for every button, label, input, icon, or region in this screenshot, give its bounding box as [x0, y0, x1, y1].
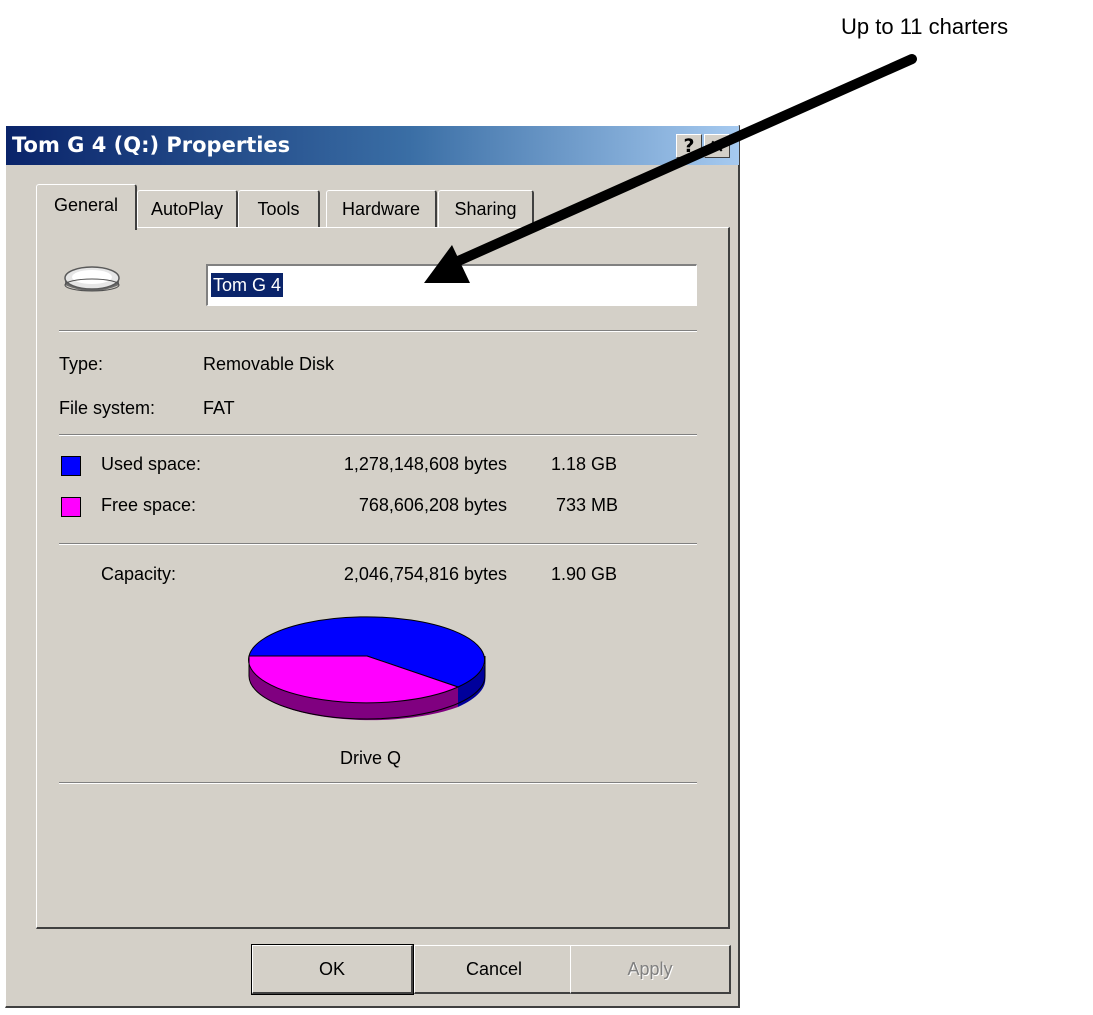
tab-sharing[interactable]: Sharing: [438, 190, 534, 228]
removable-drive-icon: [64, 266, 120, 292]
file-system-label: File system:: [59, 398, 156, 418]
used-space-label: Used space:: [101, 454, 202, 474]
ok-button[interactable]: OK: [251, 944, 414, 995]
pie-label: Drive Q: [340, 748, 402, 768]
used-space-swatch: [61, 456, 81, 476]
tab-autoplay[interactable]: AutoPlay: [137, 190, 238, 228]
help-button[interactable]: ?: [676, 134, 702, 158]
separator: [59, 434, 697, 436]
free-space-bytes: 768,606,208 bytes: [358, 495, 507, 515]
capacity-label: Capacity:: [101, 564, 177, 584]
drive-name-value: Tom G 4: [211, 273, 284, 297]
apply-button[interactable]: Apply: [570, 945, 731, 994]
drive-name-field[interactable]: Tom G 4: [206, 264, 697, 306]
tab-hardware[interactable]: Hardware: [326, 190, 437, 228]
properties-dialog: Tom G 4 (Q:) Properties ? × General Auto…: [5, 125, 740, 1008]
general-tab-panel: Tom G 4 Type: Removable Disk File system…: [36, 227, 730, 929]
cancel-button[interactable]: Cancel: [414, 945, 575, 994]
type-label: Type:: [59, 354, 104, 374]
file-system-value: FAT: [203, 398, 235, 418]
free-space-size: 733 MB: [556, 495, 619, 515]
capacity-bytes: 2,046,754,816 bytes: [343, 564, 507, 584]
used-space-size: 1.18 GB: [551, 454, 618, 474]
capacity-size: 1.90 GB: [551, 564, 618, 584]
annotation-text: Up to 11 charters: [841, 14, 1009, 39]
title-bar[interactable]: Tom G 4 (Q:) Properties ? ×: [6, 126, 739, 165]
tab-general[interactable]: General: [36, 184, 137, 230]
close-button[interactable]: ×: [704, 134, 730, 158]
separator: [59, 543, 697, 545]
free-space-swatch: [61, 497, 81, 517]
used-space-bytes: 1,278,148,608 bytes: [343, 454, 507, 474]
tab-tools[interactable]: Tools: [238, 190, 320, 228]
disk-usage-pie-chart: [248, 616, 486, 721]
window-title: Tom G 4 (Q:) Properties: [12, 133, 291, 157]
separator: [59, 330, 697, 332]
separator: [59, 782, 697, 784]
type-value: Removable Disk: [203, 354, 335, 374]
free-space-label: Free space:: [101, 495, 197, 515]
